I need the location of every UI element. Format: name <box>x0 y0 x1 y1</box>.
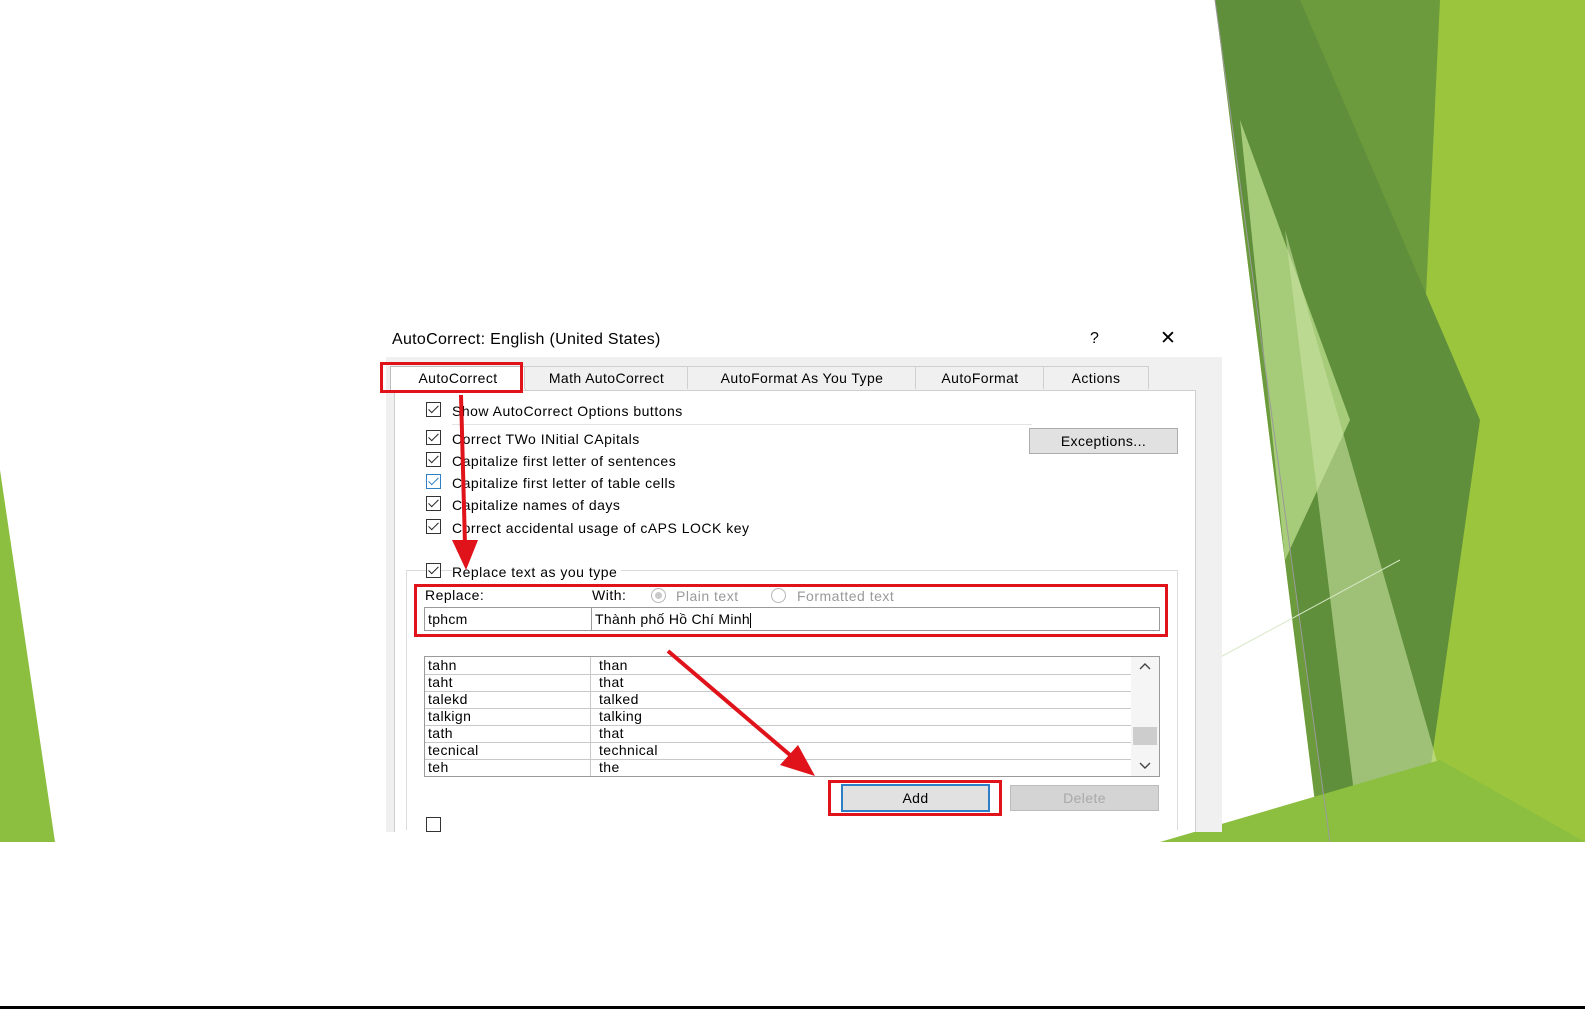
help-icon[interactable]: ? <box>1090 330 1099 348</box>
column-divider <box>590 742 591 759</box>
entry-to: than <box>599 657 628 673</box>
entry-from: teh <box>428 759 449 775</box>
entry-from: tahn <box>428 657 457 673</box>
cut-off-checkbox[interactable] <box>426 817 441 832</box>
exceptions-button[interactable]: Exceptions... <box>1029 428 1178 454</box>
list-item[interactable]: talekd talked <box>425 691 1131 709</box>
highlight-add-button <box>828 780 1002 816</box>
entry-from: taht <box>428 674 453 690</box>
entry-to: that <box>599 725 624 741</box>
highlight-autocorrect-tab <box>380 362 523 393</box>
first-table-label: Capitalize first letter of table cells <box>452 475 676 491</box>
delete-button[interactable]: Delete <box>1010 785 1159 811</box>
names-days-label: Capitalize names of days <box>452 497 621 513</box>
scroll-up-icon[interactable] <box>1138 660 1152 672</box>
two-initial-checkbox[interactable] <box>426 430 441 445</box>
entry-to: talking <box>599 708 643 724</box>
list-item[interactable]: tath that <box>425 725 1131 743</box>
entry-from: talkign <box>428 708 472 724</box>
entry-from: talekd <box>428 691 468 707</box>
first-table-checkbox[interactable] <box>426 474 441 489</box>
list-item[interactable]: taht that <box>425 674 1131 692</box>
first-sentence-checkbox[interactable] <box>426 452 441 467</box>
entry-to: talked <box>599 691 639 707</box>
column-divider <box>590 725 591 742</box>
list-scrollbar[interactable] <box>1131 657 1159 776</box>
tab-math-autocorrect[interactable]: Math AutoCorrect <box>524 366 689 389</box>
tab-autoformat-as-you-type[interactable]: AutoFormat As You Type <box>687 366 917 389</box>
names-days-checkbox[interactable] <box>426 496 441 511</box>
show-buttons-label: Show AutoCorrect Options buttons <box>452 403 683 419</box>
autocorrect-entries-list[interactable]: tahn than taht that talekd talked talkign ta… <box>424 656 1160 777</box>
two-initial-label: Correct TWo INitial CApitals <box>452 431 640 447</box>
tab-actions[interactable]: Actions <box>1043 366 1149 389</box>
divider <box>452 424 1032 425</box>
scroll-down-icon[interactable] <box>1138 760 1152 772</box>
column-divider <box>590 674 591 691</box>
entry-from: tecnical <box>428 742 479 758</box>
column-divider <box>590 759 591 776</box>
replace-text-label: Replace text as you type <box>452 564 622 580</box>
list-item[interactable]: teh the <box>425 759 1131 776</box>
caps-lock-label: Correct accidental usage of cAPS LOCK ke… <box>452 520 750 536</box>
show-buttons-checkbox[interactable] <box>426 402 441 417</box>
replace-text-checkbox[interactable] <box>426 563 441 578</box>
list-item[interactable]: tahn than <box>425 657 1131 675</box>
entry-to: the <box>599 759 620 775</box>
entry-from: tath <box>428 725 453 741</box>
column-divider <box>590 708 591 725</box>
blank-area <box>0 842 1585 1009</box>
dialog-title: AutoCorrect: English (United States) <box>392 331 661 348</box>
entry-to: that <box>599 674 624 690</box>
column-divider <box>590 691 591 708</box>
list-item[interactable]: tecnical technical <box>425 742 1131 760</box>
list-item[interactable]: talkign talking <box>425 708 1131 726</box>
highlight-replace-fields <box>414 584 1168 637</box>
caps-lock-checkbox[interactable] <box>426 519 441 534</box>
tab-autoformat[interactable]: AutoFormat <box>915 366 1045 389</box>
scrollbar-thumb[interactable] <box>1133 727 1157 745</box>
slide-background: AutoCorrect: English (United States) ? ✕… <box>0 0 1585 842</box>
first-sentence-label: Capitalize first letter of sentences <box>452 453 677 469</box>
close-icon[interactable]: ✕ <box>1160 329 1176 348</box>
column-divider <box>590 657 591 674</box>
entry-to: technical <box>599 742 658 758</box>
